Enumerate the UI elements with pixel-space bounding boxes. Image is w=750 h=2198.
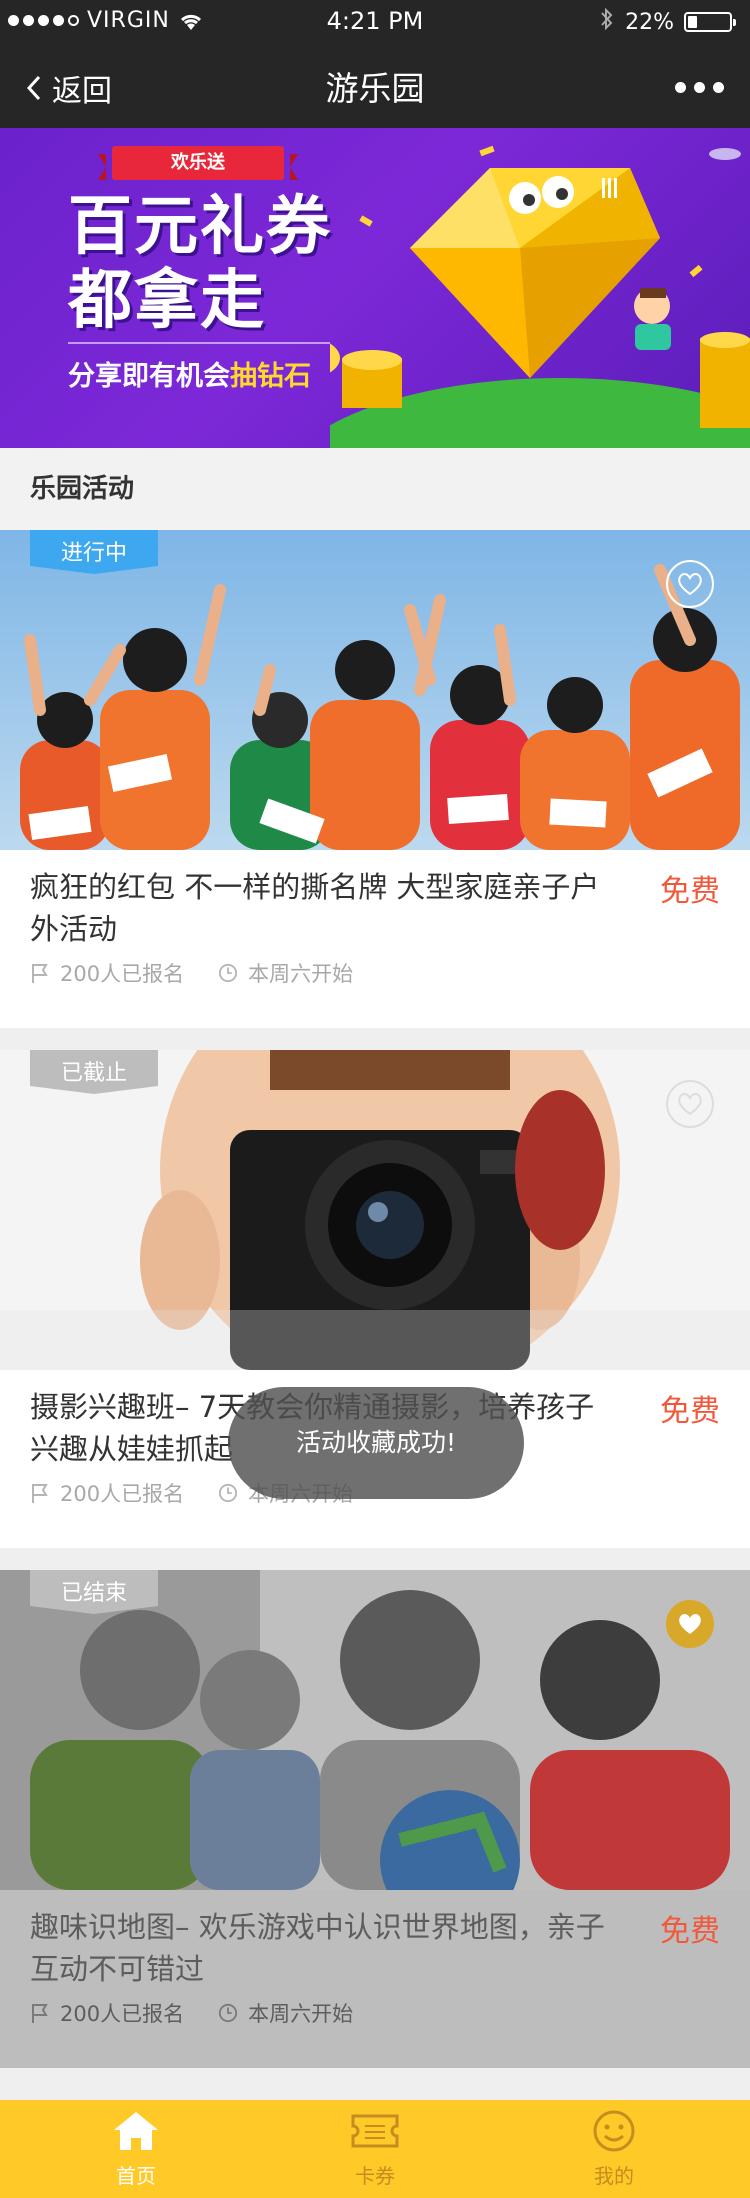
tab-home[interactable]: 首页	[56, 2100, 216, 2198]
bluetooth-icon	[599, 7, 615, 37]
tab-coupons[interactable]: 卡券	[295, 2100, 455, 2198]
signup-count: 200人已报名	[60, 962, 185, 986]
flag-icon	[32, 1484, 48, 1503]
section-title: 乐园活动	[30, 474, 135, 504]
flag-icon	[32, 964, 48, 983]
status-badge-label: 已结束	[60, 1581, 127, 1606]
signup-count: 200人已报名	[60, 1482, 185, 1506]
status-badge-label: 进行中	[60, 541, 127, 566]
banner-subtitle: 分享即有机会抽钻石	[68, 354, 311, 393]
favorite-button[interactable]	[666, 1080, 714, 1128]
diamond-illustration	[330, 145, 750, 448]
favorite-button[interactable]	[666, 1600, 714, 1648]
status-bar: VIRGIN 4:21 PM 22%	[0, 0, 750, 44]
activity-meta: 200人已报名 本周六开始	[30, 1998, 387, 2028]
status-badge: 已结束	[30, 1562, 158, 1622]
status-badge: 已截止	[30, 1042, 158, 1102]
banner-headline: 百元礼券 都拿走	[68, 190, 332, 338]
toast-message: 活动收藏成功!	[228, 1387, 524, 1499]
activity-card[interactable]: 已结束 趣味识地图– 欢乐游戏中认识世界地图，亲子互动不可错过 免费 200人已…	[0, 1570, 750, 2068]
battery-icon	[684, 12, 736, 32]
signup-info: 200人已报名	[30, 1478, 184, 1508]
page-title: 游乐园	[325, 69, 425, 108]
flag-icon	[32, 2004, 48, 2023]
heart-icon	[678, 1093, 702, 1116]
tab-home-label: 首页	[116, 2164, 156, 2188]
activity-price: 免费	[660, 1394, 720, 1429]
banner-headline-line2: 都拿走	[68, 264, 266, 338]
banner-headline-line1: 百元礼券	[68, 190, 332, 264]
more-icon[interactable]	[675, 82, 724, 93]
status-badge-label: 已截止	[60, 1061, 127, 1086]
activity-title[interactable]: 趣味识地图– 欢乐游戏中认识世界地图，亲子互动不可错过	[30, 1906, 610, 1990]
battery-fill	[688, 16, 697, 28]
banner-sub-prefix: 分享即有机会	[68, 361, 230, 392]
banner-divider	[68, 342, 330, 344]
status-right: 22%	[599, 7, 736, 37]
status-badge: 进行中	[30, 522, 158, 582]
promo-banner[interactable]: 欢乐送 百元礼券 都拿走 分享即有机会抽钻石	[0, 128, 750, 448]
clock-icon	[219, 2003, 238, 2023]
signup-info: 200人已报名	[30, 958, 184, 988]
clock-icon	[219, 1483, 238, 1503]
activity-card[interactable]: 进行中 疯狂的红包 不一样的撕名牌 大型家庭亲子户外活动 免费 200人已报名 …	[0, 530, 750, 1028]
start-time: 本周六开始	[248, 2002, 354, 2026]
signup-info: 200人已报名	[30, 1998, 184, 2028]
start-info: 本周六开始	[218, 1998, 353, 2028]
clock-icon	[219, 963, 238, 983]
heart-icon	[678, 573, 702, 596]
activity-price: 免费	[660, 874, 720, 909]
tab-profile-label: 我的	[594, 2164, 634, 2188]
heart-filled-icon	[679, 1614, 701, 1634]
tab-profile[interactable]: 我的	[534, 2100, 694, 2198]
start-info: 本周六开始	[218, 958, 353, 988]
banner-sub-highlight: 抽钻石	[230, 361, 311, 392]
activity-price: 免费	[660, 1914, 720, 1949]
signup-count: 200人已报名	[60, 2002, 185, 2026]
smiley-icon	[593, 2110, 635, 2152]
tab-coupons-label: 卡券	[355, 2164, 395, 2188]
nav-bar: 返回 游乐园	[0, 44, 750, 128]
tab-bar: 首页 卡券 我的	[0, 2100, 750, 2198]
ticket-icon	[351, 2114, 399, 2148]
section-header: 乐园活动	[0, 448, 750, 530]
activity-title[interactable]: 疯狂的红包 不一样的撕名牌 大型家庭亲子户外活动	[30, 866, 610, 950]
favorite-button[interactable]	[666, 560, 714, 608]
banner-tag: 欢乐送	[98, 146, 298, 180]
start-time: 本周六开始	[248, 962, 354, 986]
battery-percent: 22%	[625, 9, 674, 35]
home-icon	[114, 2112, 158, 2150]
activity-meta: 200人已报名 本周六开始	[30, 958, 387, 988]
